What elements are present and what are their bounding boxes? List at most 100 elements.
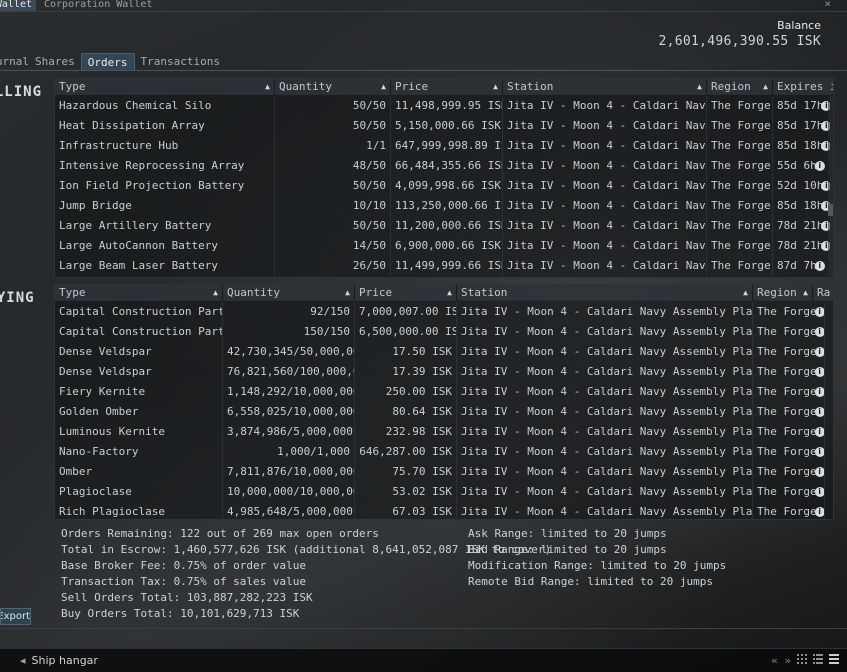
selling-scrollbar[interactable] (828, 96, 833, 277)
table-row[interactable]: Heat Dissipation Array 50/50 5,150,000.66 … (55, 116, 833, 136)
cell-type: Hazardous Chemical Silo (55, 96, 275, 116)
info-icon[interactable]: i (814, 261, 825, 271)
info-icon[interactable]: i (814, 347, 824, 357)
tab-corporation-wallet-label: Corporation Wallet (44, 0, 153, 10)
page-nav-icon[interactable]: « » (771, 654, 791, 667)
cell-quantity: 1,000/1,000 (223, 442, 355, 462)
table-row[interactable]: Omber 7,811,876/10,000,000 75.70 ISK Jita I… (55, 462, 833, 482)
cell-station: Jita IV - Moon 4 - Caldari Navy As (503, 256, 707, 276)
table-row[interactable]: Ion Field Projection Battery 50/50 4,099,9… (55, 176, 833, 196)
cell-quantity: 76,821,560/100,000,000 (223, 362, 355, 382)
table-row[interactable]: Capital Construction Parts 150/150 6,500,0… (55, 322, 833, 342)
col-expires[interactable]: Expires in (773, 79, 833, 95)
table-row[interactable]: Capital Construction Parts 92/150 7,000,00… (55, 302, 833, 322)
info-icon[interactable]: i (814, 447, 824, 457)
table-row[interactable]: Luminous Kernite 3,874,986/5,000,000 232.9… (55, 422, 833, 442)
list-view-icon[interactable] (813, 654, 823, 664)
cell-quantity: 7,811,876/10,000,000 (223, 462, 355, 482)
table-row[interactable]: Golden Omber 6,558,025/10,000,000 80.64 IS… (55, 402, 833, 422)
selling-orders-table: Type ▲ Quantity ▲ Price ▲ Station ▲ Region ▲ … (54, 78, 834, 278)
table-row[interactable]: Rich Plagioclase 4,985,648/5,000,000 67.03… (55, 502, 833, 519)
col-region[interactable]: Region ▲ (753, 285, 813, 301)
ship-hangar-link[interactable]: ◂ Ship hangar (20, 654, 98, 667)
sort-arrow-icon: ▲ (743, 288, 748, 297)
col-range[interactable]: Ra (813, 285, 833, 301)
cell-station: Jita IV - Moon 4 - Caldari Navy As (503, 216, 707, 236)
cell-price: 250.00 ISK (355, 382, 457, 402)
cell-station: Jita IV - Moon 4 - Caldari Navy As (503, 236, 707, 256)
cell-region: The Forge i (753, 342, 825, 362)
cell-price: 5,150,000.66 ISK (391, 116, 503, 136)
cell-region: The Forge i (753, 482, 825, 502)
tab-shares[interactable]: Shares (29, 53, 81, 70)
info-icon[interactable]: i (814, 487, 824, 497)
table-row[interactable]: Large Artillery Battery 50/50 11,200,000.6… (55, 216, 833, 236)
col-quantity[interactable]: Quantity ▲ (223, 285, 355, 301)
cell-region: The Forge i (753, 462, 825, 482)
cell-price: 17.39 ISK (355, 362, 457, 382)
col-station[interactable]: Station ▲ (503, 79, 707, 95)
col-quantity[interactable]: Quantity ▲ (275, 79, 391, 95)
export-button[interactable]: Export (0, 608, 31, 625)
cell-expires: 85d 17h i (773, 96, 831, 116)
col-station[interactable]: Station ▲ (457, 285, 753, 301)
grid-view-icon[interactable] (797, 654, 807, 664)
cell-region: The Forge i (753, 402, 825, 422)
cell-region: The Forge i (753, 302, 825, 322)
details-view-icon[interactable] (829, 654, 839, 664)
col-price[interactable]: Price ▲ (355, 285, 457, 301)
cell-price: 6,500,000.00 ISK (355, 322, 457, 342)
sort-arrow-icon: ▲ (447, 288, 452, 297)
tab-journal[interactable]: Journal (0, 53, 29, 70)
sort-arrow-icon: ▲ (265, 82, 270, 91)
cell-type: Omber (55, 462, 223, 482)
range-summary: Ask Range: limited to 20 jumps Bid Range… (468, 526, 726, 590)
col-type[interactable]: Type ▲ (55, 285, 223, 301)
cell-type: Heat Dissipation Array (55, 116, 275, 136)
info-icon[interactable]: i (814, 161, 825, 171)
col-region[interactable]: Region ▲ (707, 79, 773, 95)
tab-corporation-wallet[interactable]: Corporation Wallet (36, 0, 160, 11)
table-row[interactable]: Large Beam Laser Battery 26/50 11,499,999.… (55, 256, 833, 276)
info-icon[interactable]: i (814, 367, 824, 377)
cell-region: The Forge (707, 176, 773, 196)
cell-region: The Forge (707, 216, 773, 236)
table-row[interactable]: Hazardous Chemical Silo 50/50 11,498,999.9… (55, 96, 833, 116)
info-icon[interactable]: i (814, 427, 824, 437)
col-type[interactable]: Type ▲ (55, 79, 275, 95)
selling-scroll-thumb[interactable] (828, 204, 833, 216)
cell-type: Large Artillery Battery (55, 216, 275, 236)
info-icon[interactable]: i (814, 507, 824, 517)
cell-expires: 85d 18h i (773, 136, 831, 156)
info-icon[interactable]: i (814, 407, 824, 417)
info-icon[interactable]: i (814, 387, 824, 397)
cell-quantity: 4,985,648/5,000,000 (223, 502, 355, 519)
table-row[interactable]: Dense Veldspar76,821,560/100,000,00017.3… (55, 362, 833, 382)
col-price[interactable]: Price ▲ (391, 79, 503, 95)
info-icon[interactable]: i (814, 467, 824, 477)
table-row[interactable]: Intensive Reprocessing Array 48/50 66,484,… (55, 156, 833, 176)
tab-transactions[interactable]: Transactions (135, 53, 226, 70)
tab-journal-label: Journal (0, 55, 29, 68)
info-icon[interactable]: i (814, 327, 824, 337)
selling-header: Type ▲ Quantity ▲ Price ▲ Station ▲ Region ▲ … (55, 79, 833, 95)
back-arrow-icon: ◂ (20, 654, 26, 667)
table-row[interactable]: Dense Veldspar 42,730,345/50,000,000 17.50… (55, 342, 833, 362)
cell-expires: 87d 7h i (773, 256, 831, 276)
buying-header: Type ▲ Quantity ▲ Price ▲ Station ▲ Region ▲ … (55, 285, 833, 301)
tab-orders[interactable]: Orders (80, 53, 135, 70)
tab-wallet[interactable]: Wallet (0, 0, 36, 11)
cell-type: Dense Veldspar (55, 362, 223, 382)
sort-arrow-icon: ▲ (213, 288, 218, 297)
table-row[interactable]: Nano-Factory 1,000/1,000 646,287.00 ISK Jit… (55, 442, 833, 462)
table-row[interactable]: Plagioclase 10,000,000/10,000,000 53.02 IS… (55, 482, 833, 502)
tab-wallet-label: Wallet (0, 0, 32, 10)
cell-type: Infrastructure Hub (55, 136, 275, 156)
table-row[interactable]: Fiery Kernite 1,148,292/10,000,000 250.00 … (55, 382, 833, 402)
info-icon[interactable]: i (814, 307, 824, 317)
table-row[interactable]: Large AutoCannon Battery 14/50 6,900,000.6… (55, 236, 833, 256)
close-icon[interactable]: × (824, 0, 831, 10)
cell-region: The Forge (707, 196, 773, 216)
table-row[interactable]: Infrastructure Hub 1/1 647,999,998.89 ISK J… (55, 136, 833, 156)
table-row[interactable]: Jump Bridge 10/10 113,250,000.66 ISK Jita I… (55, 196, 833, 216)
